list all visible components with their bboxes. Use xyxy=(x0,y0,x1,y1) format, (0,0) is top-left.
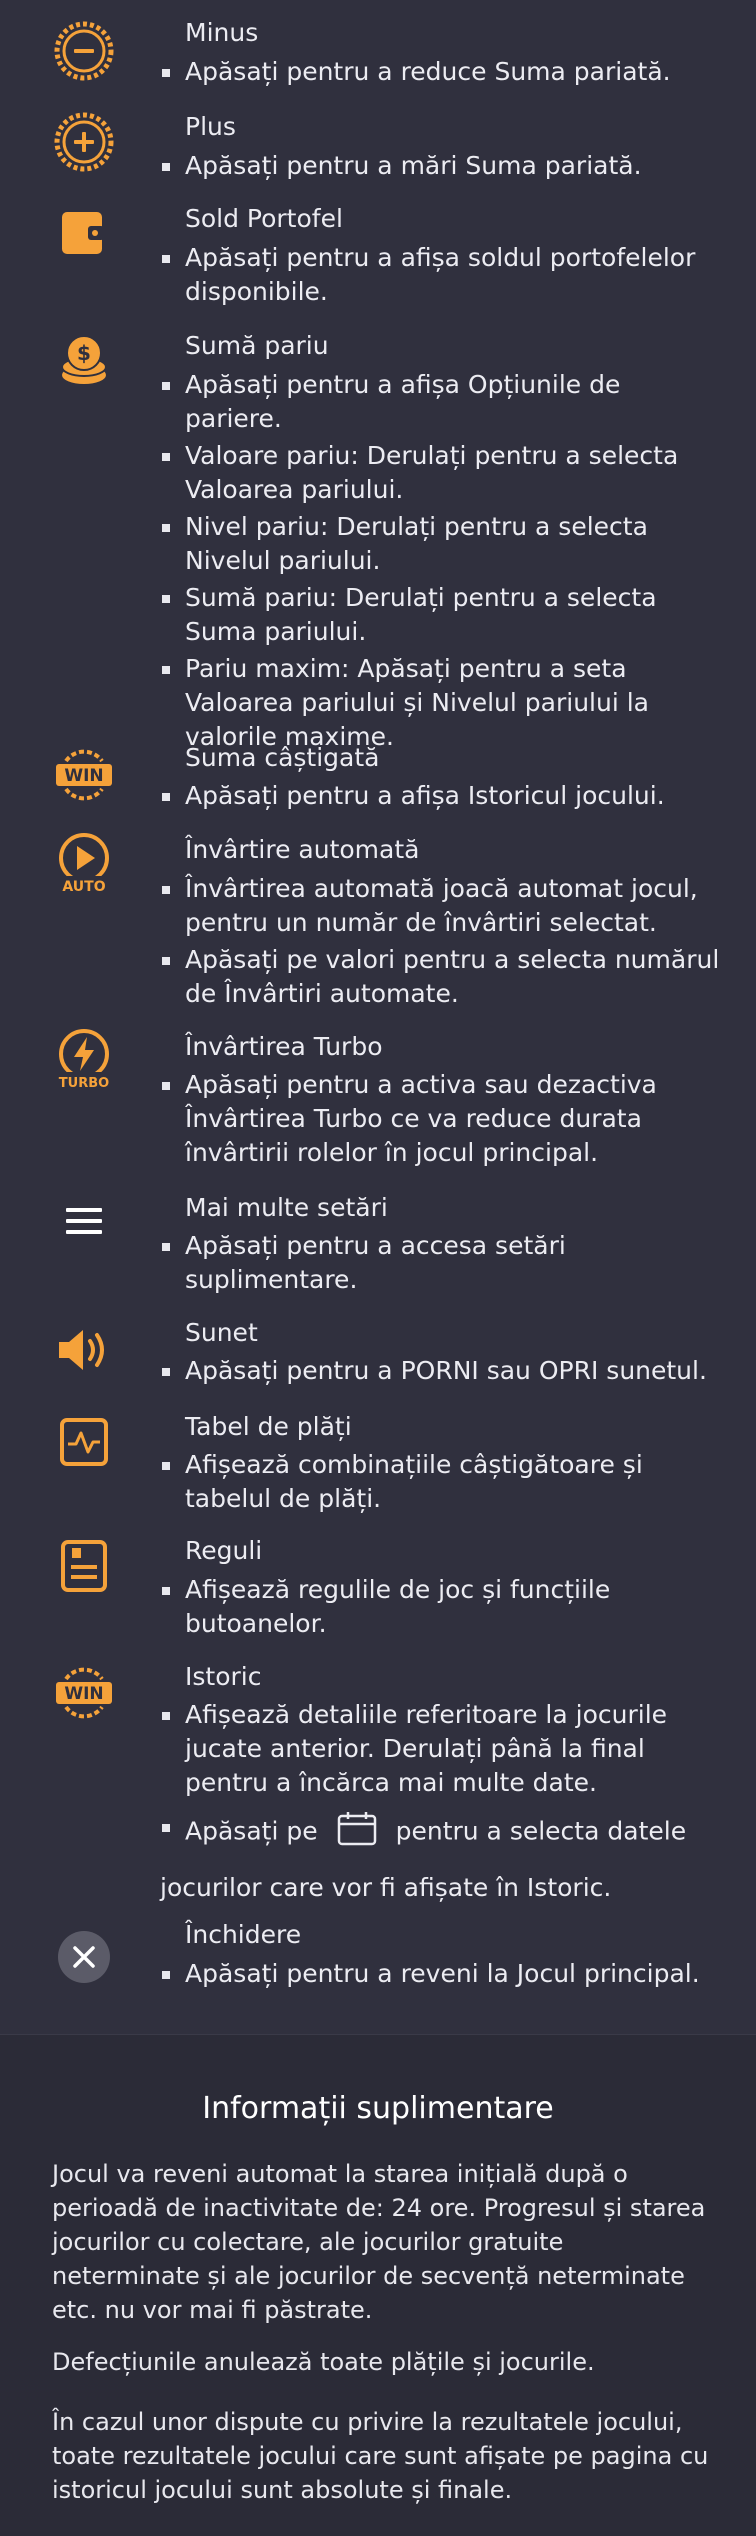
item-description: Apăsați pentru a afișa Istoricul jocului… xyxy=(160,779,720,813)
item-description: Apăsați pentru a PORNI sau OPRI sunetul. xyxy=(160,1354,720,1388)
additional-info-section: Informații suplimentare Jocul va reveni … xyxy=(0,2034,756,2536)
item-description-calendar: Apăsați pe pentru a selecta datele jocuri… xyxy=(160,1810,720,1905)
additional-info-heading: Informații suplimentare xyxy=(202,2091,554,2126)
item-title: Plus xyxy=(185,112,236,141)
item-title: Sumă pariu xyxy=(185,331,329,360)
item-description-list: Apăsați pentru a reveni la Jocul princip… xyxy=(160,1957,720,1991)
history-win-icon: WIN xyxy=(52,1661,116,1725)
item-title: Învârtire automată xyxy=(185,835,420,864)
item-description: Apăsați pentru a reveni la Jocul princip… xyxy=(160,1957,720,1991)
item-description: Valoare pariu: Derulați pentru a selecta… xyxy=(160,439,720,507)
item-description: Nivel pariu: Derulați pentru a selecta N… xyxy=(160,510,720,578)
item-description: Pariu maxim: Apăsați pentru a seta Valoa… xyxy=(160,652,720,754)
calendar-icon xyxy=(336,1810,378,1855)
autoplay-icon: AUTO xyxy=(52,832,116,896)
item-title: Mai multe setări xyxy=(185,1193,388,1222)
svg-text:$: $ xyxy=(77,341,91,365)
item-description-list: Apăsați pentru a afișa Istoricul jocului… xyxy=(160,779,720,813)
item-description: Apăsați pentru a activa sau dezactiva În… xyxy=(160,1068,720,1170)
item-description: Afișează combinațiile câștigătoare și ta… xyxy=(160,1448,720,1516)
calendar-text-before: Apăsați pe xyxy=(185,1816,318,1846)
item-title: Sunet xyxy=(185,1318,258,1347)
item-description: Apăsați pentru a reduce Suma pariată. xyxy=(160,55,720,89)
calendar-text-after: pentru a selecta datele xyxy=(395,1816,687,1846)
item-description: Apăsați pe valori pentru a selecta număr… xyxy=(160,943,720,1011)
plus-circle-icon xyxy=(52,110,116,174)
item-description-list: Apăsați pentru a reduce Suma pariată. xyxy=(160,55,720,89)
item-description-list: Învârtirea automată joacă automat jocul,… xyxy=(160,872,720,1011)
minus-circle-icon xyxy=(52,19,116,83)
item-description-list: Apăsați pentru a accesa setări supliment… xyxy=(160,1229,720,1297)
wallet-icon xyxy=(52,200,116,264)
item-description-list: Apăsați pentru a afișa soldul portofelel… xyxy=(160,241,720,309)
additional-info-paragraph: Defecțiunile anulează toate plățile și j… xyxy=(52,2348,595,2376)
item-description: Apăsați pentru a accesa setări supliment… xyxy=(160,1229,720,1297)
item-description: Afișează regulile de joc și funcțiile bu… xyxy=(160,1573,720,1641)
item-description: Afișează detaliile referitoare la jocuri… xyxy=(160,1698,720,1800)
turbo-icon-text: TURBO xyxy=(59,1076,109,1091)
additional-info-paragraph: Jocul va reveni automat la starea iniția… xyxy=(52,2160,706,2324)
item-description-list: Afișează regulile de joc și funcțiile bu… xyxy=(160,1573,720,1641)
item-description-list: Apăsați pentru a afișa Opțiunile de pari… xyxy=(160,368,720,754)
coins-icon: $ xyxy=(52,328,116,392)
item-title: Suma câștigată xyxy=(185,743,380,772)
item-description-list: Afișează combinațiile câștigătoare și ta… xyxy=(160,1448,720,1516)
history-win-badge-text: WIN xyxy=(64,1684,103,1704)
item-description: Apăsați pentru a mări Suma pariată. xyxy=(160,149,720,183)
item-title: Tabel de plăți xyxy=(185,1412,352,1441)
item-title: Istoric xyxy=(185,1662,262,1691)
turbo-icon: TURBO xyxy=(52,1028,116,1092)
item-description-list: Apăsați pentru a mări Suma pariată. xyxy=(160,149,720,183)
item-title: Minus xyxy=(185,18,259,47)
menu-icon xyxy=(52,1189,116,1253)
close-icon xyxy=(52,1925,116,1989)
win-badge-text: WIN xyxy=(64,766,103,786)
item-description: Învârtirea automată joacă automat jocul,… xyxy=(160,872,720,940)
item-description-list: Afișează detaliile referitoare la jocuri… xyxy=(160,1698,720,1905)
item-description-list: Apăsați pentru a PORNI sau OPRI sunetul. xyxy=(160,1354,720,1388)
item-description-list: Apăsați pentru a activa sau dezactiva În… xyxy=(160,1068,720,1170)
item-title: Învârtirea Turbo xyxy=(185,1032,383,1061)
item-description: Apăsați pentru a afișa soldul portofelel… xyxy=(160,241,720,309)
item-title: Sold Portofel xyxy=(185,204,343,233)
item-title: Reguli xyxy=(185,1536,263,1565)
paytable-icon xyxy=(52,1410,116,1474)
sound-icon xyxy=(52,1318,116,1382)
win-badge-icon: WIN xyxy=(52,743,116,807)
item-description: Sumă pariu: Derulați pentru a selecta Su… xyxy=(160,581,720,649)
item-title: Închidere xyxy=(185,1920,302,1949)
item-description: Apăsați pentru a afișa Opțiunile de pari… xyxy=(160,368,720,436)
calendar-text-line2: jocurilor care vor fi afișate în Istoric… xyxy=(160,1873,612,1902)
additional-info-paragraph: În cazul unor dispute cu privire la rezu… xyxy=(52,2408,709,2504)
autoplay-icon-text: AUTO xyxy=(62,879,105,895)
rules-icon xyxy=(52,1534,116,1598)
